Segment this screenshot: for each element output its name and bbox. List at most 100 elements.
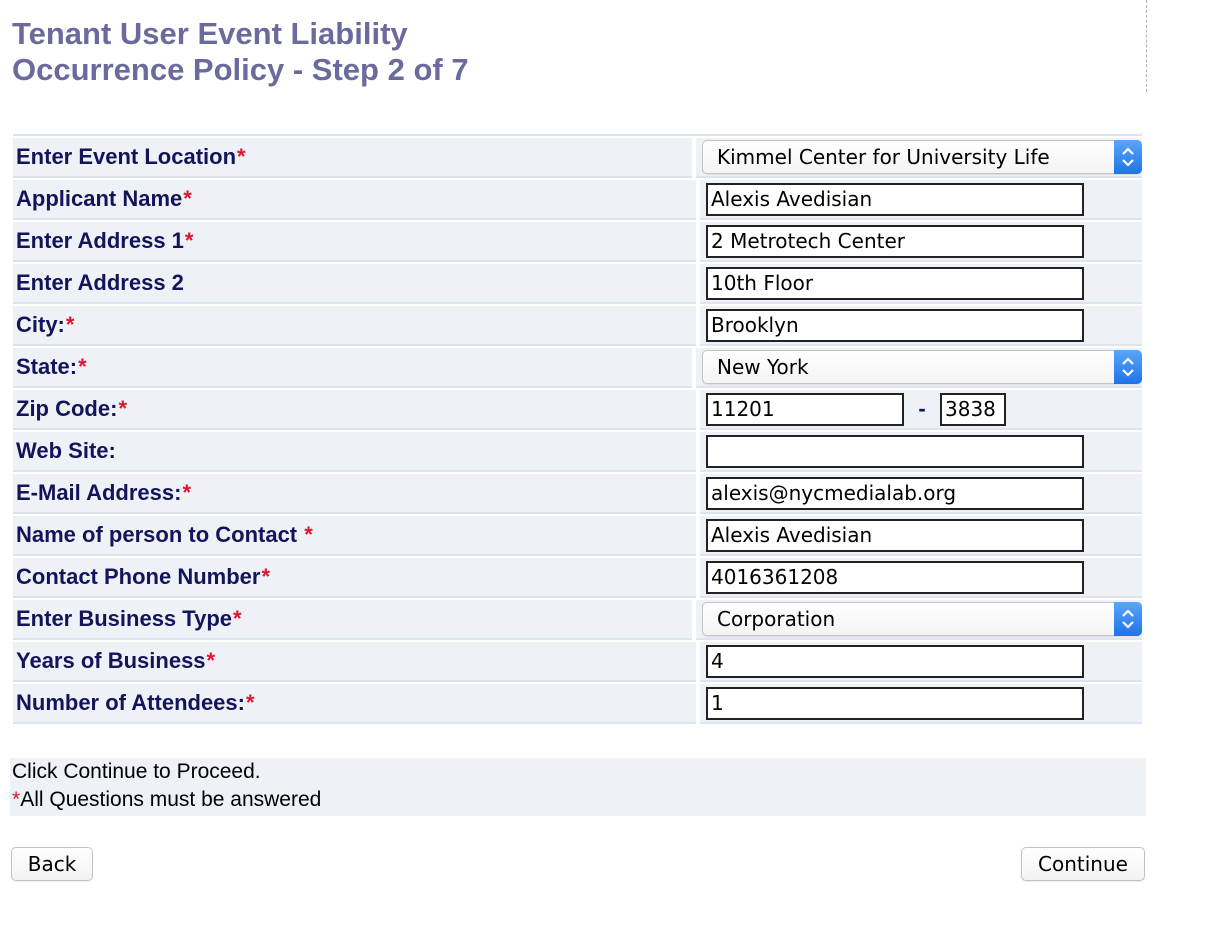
label-cell: Enter Event Location *	[13, 136, 693, 178]
form-row-city: City: * Brooklyn	[13, 304, 1142, 346]
form-row-website: Web Site:	[13, 430, 1142, 472]
continue-button[interactable]: Continue	[1021, 847, 1145, 881]
state-select[interactable]: New York	[702, 350, 1142, 384]
business-type-label: Enter Business Type	[16, 606, 232, 631]
input-cell: 4016361208	[700, 556, 1142, 598]
event-location-value: Kimmel Center for University Life	[717, 145, 1050, 169]
label-cell: Name of person to Contact *	[13, 514, 696, 556]
event-location-select[interactable]: Kimmel Center for University Life	[702, 140, 1142, 174]
input-cell: New York	[696, 346, 1142, 388]
input-cell: 4	[700, 640, 1142, 682]
required-marker: *	[261, 564, 271, 589]
required-marker: *	[118, 396, 127, 421]
required-marker: *	[233, 606, 242, 631]
event-location-label: Enter Event Location	[16, 144, 237, 169]
contact-phone-label: Contact Phone Number	[16, 564, 261, 589]
form-row-event-location: Enter Event Location * Kimmel Center for …	[13, 136, 1142, 178]
applicant-name-label: Applicant Name	[16, 186, 183, 211]
info-required-note: *All Questions must be answered	[12, 786, 1146, 814]
form-row-contact-name: Name of person to Contact * Alexis Avedi…	[13, 514, 1142, 556]
email-label: E-Mail Address:	[16, 480, 182, 505]
input-cell: Corporation	[696, 598, 1142, 640]
select-arrows-icon[interactable]	[1114, 350, 1142, 384]
required-marker: *	[237, 144, 246, 169]
form-row-years-business: Years of Business * 4	[13, 640, 1142, 682]
label-cell: Web Site:	[13, 430, 696, 472]
input-cell: 1	[700, 682, 1142, 724]
address2-input[interactable]: 10th Floor	[706, 266, 1084, 300]
label-cell: Zip Code: *	[13, 388, 696, 430]
input-cell: Alexis Avedisian	[700, 514, 1142, 556]
zip-separator: -	[918, 396, 926, 421]
page-title-line2: Occurrence Policy - Step 2 of 7	[12, 52, 469, 87]
label-cell: State: *	[13, 346, 693, 388]
input-cell	[700, 430, 1142, 472]
label-cell: Contact Phone Number *	[13, 556, 696, 598]
input-cell: Kimmel Center for University Life	[696, 136, 1142, 178]
form-row-applicant-name: Applicant Name * Alexis Avedisian	[13, 178, 1142, 220]
required-marker: *	[12, 788, 21, 811]
select-arrows-icon[interactable]	[1114, 602, 1142, 636]
required-marker: *	[183, 186, 192, 211]
form-row-attendees: Number of Attendees: * 1	[13, 682, 1142, 724]
label-cell: Number of Attendees: *	[13, 682, 696, 724]
required-marker: *	[182, 480, 192, 505]
website-input[interactable]	[706, 434, 1084, 468]
required-marker: *	[78, 354, 87, 379]
required-marker: *	[184, 228, 194, 253]
page-title: Tenant User Event Liability Occurrence P…	[12, 16, 469, 88]
form-row-contact-phone: Contact Phone Number * 4016361208	[13, 556, 1142, 598]
attendees-label: Number of Attendees:	[16, 690, 245, 715]
info-box: Click Continue to Proceed. *All Question…	[10, 758, 1146, 816]
contact-phone-input[interactable]: 4016361208	[706, 560, 1084, 594]
input-cell: Brooklyn	[700, 304, 1142, 346]
applicant-name-input[interactable]: Alexis Avedisian	[706, 182, 1084, 216]
label-cell: Applicant Name *	[13, 178, 696, 220]
years-business-input[interactable]: 4	[706, 644, 1084, 678]
input-cell: alexis@nycmedialab.org	[700, 472, 1142, 514]
address2-label: Enter Address 2	[16, 270, 184, 295]
info-proceed-text: Click Continue to Proceed.	[12, 760, 261, 783]
event-form: Enter Event Location * Kimmel Center for …	[13, 134, 1142, 724]
label-cell: Enter Address 1 *	[13, 220, 696, 262]
zip-input[interactable]: 11201	[706, 392, 904, 426]
input-cell: Alexis Avedisian	[700, 178, 1142, 220]
form-row-zip: Zip Code: * 11201 - 3838	[13, 388, 1142, 430]
form-row-address1: Enter Address 1 * 2 Metrotech Center	[13, 220, 1142, 262]
label-cell: E-Mail Address: *	[13, 472, 696, 514]
input-cell: 11201 - 3838	[700, 388, 1142, 430]
zip-plus4-input[interactable]: 3838	[940, 392, 1006, 426]
required-marker: *	[206, 648, 216, 673]
state-value: New York	[717, 355, 809, 379]
required-marker: *	[304, 522, 313, 547]
business-type-value: Corporation	[717, 607, 836, 631]
required-marker: *	[245, 690, 255, 715]
label-cell: Enter Address 2	[13, 262, 696, 304]
website-label: Web Site:	[16, 438, 116, 463]
email-input[interactable]: alexis@nycmedialab.org	[706, 476, 1084, 510]
city-label: City:	[16, 312, 65, 337]
info-required-text: All Questions must be answered	[20, 788, 322, 811]
address1-input[interactable]: 2 Metrotech Center	[706, 224, 1084, 258]
zip-group: 11201 - 3838	[706, 392, 1006, 426]
input-cell: 2 Metrotech Center	[700, 220, 1142, 262]
attendees-input[interactable]: 1	[706, 686, 1084, 720]
business-type-select[interactable]: Corporation	[702, 602, 1142, 636]
form-row-state: State: * New York	[13, 346, 1142, 388]
form-row-address2: Enter Address 2 10th Floor	[13, 262, 1142, 304]
dashed-divider	[1146, 0, 1147, 92]
city-input[interactable]: Brooklyn	[706, 308, 1084, 342]
label-cell: Years of Business *	[13, 640, 696, 682]
select-arrows-icon[interactable]	[1114, 140, 1142, 174]
years-business-label: Years of Business	[16, 648, 206, 673]
label-cell: Enter Business Type *	[13, 598, 693, 640]
label-cell: City: *	[13, 304, 696, 346]
zip-label: Zip Code:	[16, 396, 118, 421]
form-row-email: E-Mail Address: * alexis@nycmedialab.org	[13, 472, 1142, 514]
address1-label: Enter Address 1	[16, 228, 184, 253]
input-cell: 10th Floor	[700, 262, 1142, 304]
form-row-business-type: Enter Business Type * Corporation	[13, 598, 1142, 640]
back-button[interactable]: Back	[11, 847, 93, 881]
contact-name-input[interactable]: Alexis Avedisian	[706, 518, 1084, 552]
required-marker: *	[65, 312, 75, 337]
